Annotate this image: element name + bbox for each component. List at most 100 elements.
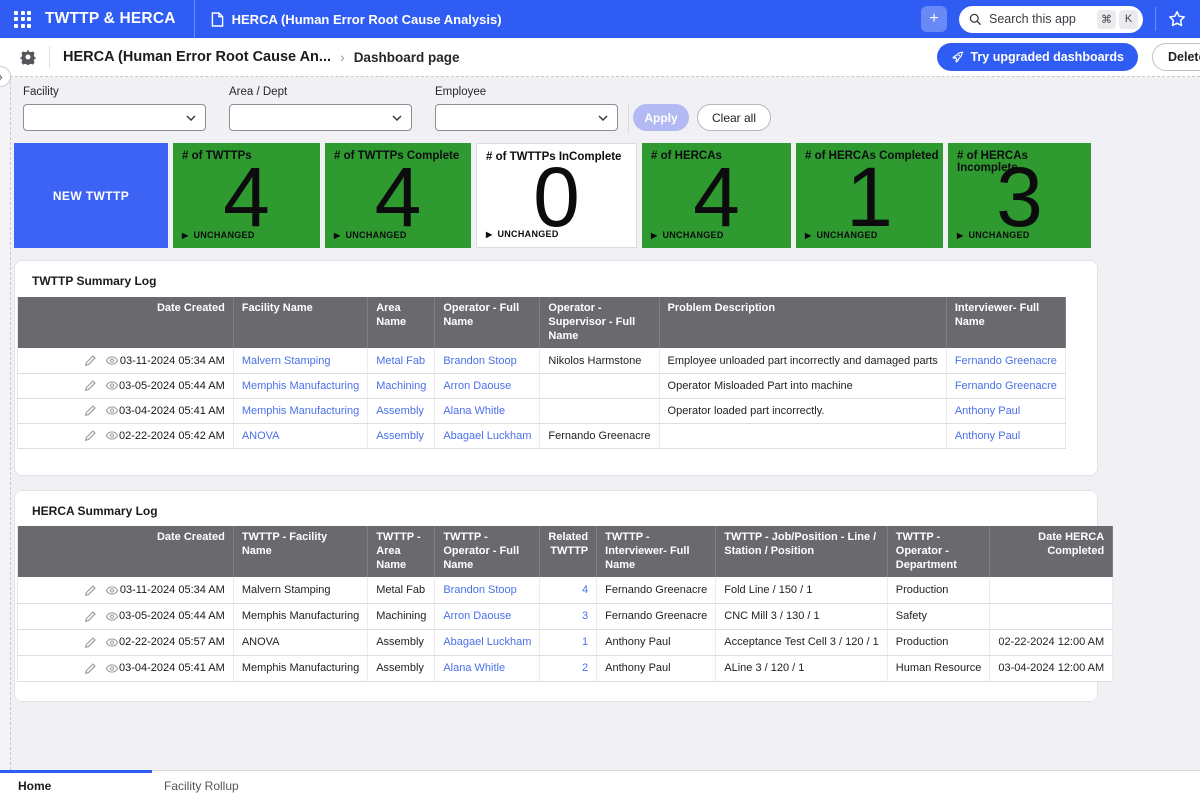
cell-operator-link[interactable]: Brandon Stoop — [435, 348, 540, 373]
facility-select[interactable] — [23, 104, 206, 131]
delete-button[interactable]: Delete sa — [1152, 43, 1200, 71]
cell-interviewer: Anthony Paul — [597, 655, 716, 681]
col-job-position[interactable]: TWTTP - Job/Position - Line / Station / … — [716, 526, 888, 577]
tab-home[interactable]: Home — [0, 771, 152, 800]
cell-area-link[interactable]: Machining — [368, 373, 435, 398]
edit-record-icon[interactable] — [84, 584, 97, 597]
clear-all-button[interactable]: Clear all — [697, 104, 771, 131]
apply-button[interactable]: Apply — [633, 104, 689, 131]
edit-record-icon[interactable] — [84, 354, 97, 367]
search-input[interactable]: Search this app ⌘ K — [959, 6, 1143, 33]
cell-operator-link[interactable]: Abagael Luckham — [435, 629, 540, 655]
edit-record-icon[interactable] — [84, 636, 97, 649]
page-header-bar: HERCA (Human Error Root Cause An... › Da… — [0, 38, 1200, 77]
search-placeholder: Search this app — [989, 12, 1094, 26]
cell-related-twttp-link[interactable]: 4 — [540, 577, 597, 603]
col-operator[interactable]: TWTTP - Operator - Full Name — [435, 526, 540, 577]
view-record-icon[interactable] — [105, 584, 119, 597]
twttp-summary-card: TWTTP Summary Log Date Created Facility … — [14, 260, 1098, 476]
view-record-icon[interactable] — [105, 404, 119, 417]
breadcrumb-page-name: Dashboard page — [354, 50, 460, 65]
kpi-tile-hercas[interactable]: # of HERCAs 4 ▶UNCHANGED — [642, 143, 791, 248]
cell-facility-link[interactable]: Memphis Manufacturing — [233, 398, 367, 423]
edit-record-icon[interactable] — [84, 662, 97, 675]
employee-select[interactable] — [435, 104, 618, 131]
cell-facility-link[interactable]: ANOVA — [233, 423, 367, 448]
herca-summary-table: Date Created TWTTP - Facility Name TWTTP… — [17, 526, 1113, 682]
col-interviewer[interactable]: TWTTP - Interviewer- Full Name — [597, 526, 716, 577]
col-problem[interactable]: Problem Description — [659, 297, 946, 348]
kpi-status: ▶UNCHANGED — [957, 230, 1030, 240]
view-record-icon[interactable] — [105, 379, 119, 392]
kpi-status-label: UNCHANGED — [968, 230, 1029, 240]
col-date-created[interactable]: Date Created — [18, 297, 234, 348]
edit-record-icon[interactable] — [84, 610, 97, 623]
kpi-tile-hercas-completed[interactable]: # of HERCAs Completed 1 ▶UNCHANGED — [796, 143, 943, 248]
cell-facility-link[interactable]: Malvern Stamping — [233, 348, 367, 373]
kpi-status: ▶UNCHANGED — [334, 230, 407, 240]
cell-interviewer-link[interactable]: Anthony Paul — [946, 423, 1065, 448]
view-record-icon[interactable] — [105, 636, 119, 649]
cell-operator-link[interactable]: Arron Daouse — [435, 603, 540, 629]
cell-operator-link[interactable]: Alana Whitle — [435, 655, 540, 681]
edit-record-icon[interactable] — [84, 404, 97, 417]
view-record-icon[interactable] — [105, 610, 119, 623]
cell-related-twttp-link[interactable]: 2 — [540, 655, 597, 681]
cell-facility-link[interactable]: Memphis Manufacturing — [233, 373, 367, 398]
cell-related-twttp-link[interactable]: 3 — [540, 603, 597, 629]
breadcrumb-app-title[interactable]: HERCA (Human Error Root Cause An... — [63, 49, 331, 65]
cell-operator-link[interactable]: Abagael Luckham — [435, 423, 540, 448]
cell-interviewer-link[interactable]: Fernando Greenacre — [946, 348, 1065, 373]
cell-area-link[interactable]: Assembly — [368, 423, 435, 448]
edit-record-icon[interactable] — [84, 429, 97, 442]
cell-date-completed: 03-04-2024 12:00 AM — [990, 655, 1113, 681]
col-supervisor[interactable]: Operator - Supervisor - Full Name — [540, 297, 659, 348]
cell-related-twttp-link[interactable]: 1 — [540, 629, 597, 655]
app-grid-menu-icon[interactable] — [14, 11, 31, 28]
col-operator[interactable]: Operator - Full Name — [435, 297, 540, 348]
try-upgraded-dashboards-button[interactable]: Try upgraded dashboards — [937, 43, 1138, 71]
col-area-name[interactable]: TWTTP - Area Name — [368, 526, 435, 577]
try-upgraded-dashboards-label: Try upgraded dashboards — [970, 50, 1124, 64]
cell-operator-link[interactable]: Brandon Stoop — [435, 577, 540, 603]
table-row: 03-04-2024 05:41 AM Memphis Manufacturin… — [18, 398, 1066, 423]
gear-icon[interactable] — [20, 49, 36, 65]
kpi-value: 4 — [642, 157, 791, 238]
col-related-twttp[interactable]: Related TWTTP — [540, 526, 597, 577]
favorite-star-icon[interactable] — [1168, 10, 1186, 28]
add-button[interactable]: + — [921, 6, 947, 32]
area-dept-select[interactable] — [229, 104, 412, 131]
cell-operator-link[interactable]: Arron Daouse — [435, 373, 540, 398]
kpi-tile-twttps[interactable]: # of TWTTPs 4 ▶UNCHANGED — [173, 143, 320, 248]
topbar-page-link[interactable]: HERCA (Human Error Root Cause Analysis) — [211, 12, 502, 27]
cell-interviewer-link[interactable]: Anthony Paul — [946, 398, 1065, 423]
col-date-herca-completed[interactable]: Date HERCA Completed — [990, 526, 1113, 577]
view-record-icon[interactable] — [105, 429, 119, 442]
col-facility-name[interactable]: TWTTP - Facility Name — [233, 526, 367, 577]
cell-area-link[interactable]: Assembly — [368, 398, 435, 423]
cell-supervisor — [540, 398, 659, 423]
col-operator-department[interactable]: TWTTP - Operator - Department — [887, 526, 990, 577]
kpi-tile-twttps-complete[interactable]: # of TWTTPs Complete 4 ▶UNCHANGED — [325, 143, 471, 248]
kpi-tile-hercas-incomplete[interactable]: # of HERCAs Incomplete 3 ▶UNCHANGED — [948, 143, 1091, 248]
cell-area: Assembly — [368, 655, 435, 681]
col-interviewer[interactable]: Interviewer- Full Name — [946, 297, 1065, 348]
col-date-created[interactable]: Date Created — [18, 526, 234, 577]
col-area-name[interactable]: Area Name — [368, 297, 435, 348]
tab-facility-rollup[interactable]: Facility Rollup — [152, 771, 239, 800]
cell-problem: Operator loaded part incorrectly. — [659, 398, 946, 423]
cell-interviewer-link[interactable]: Fernando Greenacre — [946, 373, 1065, 398]
tab-facility-rollup-label: Facility Rollup — [164, 779, 239, 793]
new-twttp-button[interactable]: NEW TWTTP — [14, 143, 168, 248]
col-facility-name[interactable]: Facility Name — [233, 297, 367, 348]
cell-supervisor: Fernando Greenacre — [540, 423, 659, 448]
view-record-icon[interactable] — [105, 662, 119, 675]
cell-area-link[interactable]: Metal Fab — [368, 348, 435, 373]
filter-area-dept-label: Area / Dept — [229, 86, 412, 98]
cell-operator-link[interactable]: Alana Whitle — [435, 398, 540, 423]
kpi-tile-twttps-incomplete[interactable]: # of TWTTPs InComplete 0 ▶UNCHANGED — [476, 143, 637, 248]
cell-area: Assembly — [368, 629, 435, 655]
edit-record-icon[interactable] — [84, 379, 97, 392]
view-record-icon[interactable] — [105, 354, 119, 367]
cell-department: Production — [887, 577, 990, 603]
